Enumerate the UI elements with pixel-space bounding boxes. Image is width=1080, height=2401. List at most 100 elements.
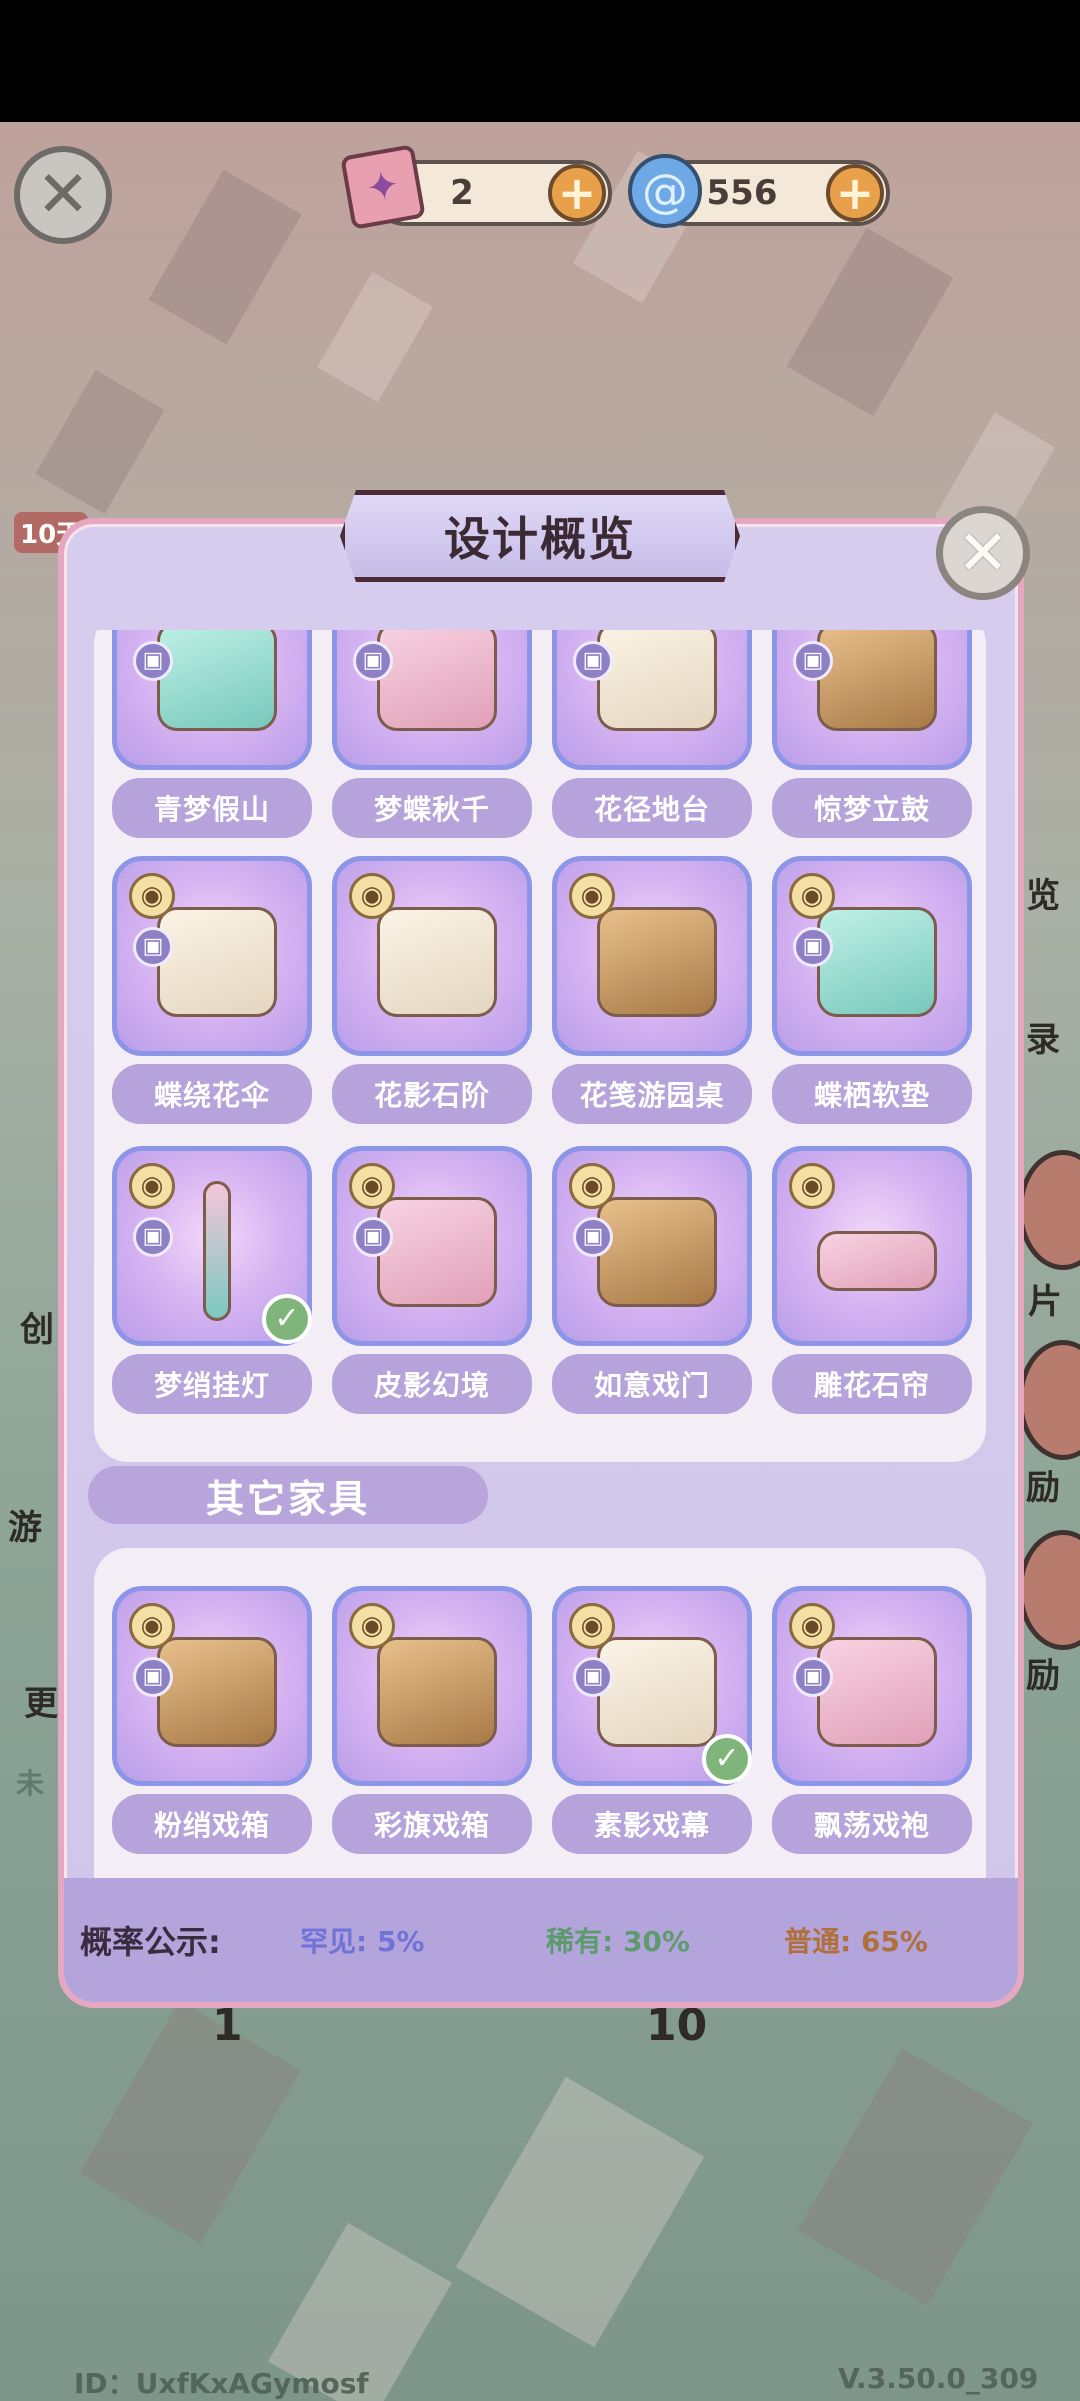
modal-content-scroll[interactable]: ▣ 青梦假山 ▣ 梦蝶秋千 ▣ 花径地台 ▣ 惊梦立鼓 ◉ ▣ 蝶绕花伞 ◉ 花… <box>64 630 1018 1878</box>
owned-check-icon: ✓ <box>702 1734 752 1784</box>
furniture-label: 梦绡挂灯 <box>112 1354 312 1414</box>
furniture-art <box>597 630 717 731</box>
furniture-label: 蝶栖软垫 <box>772 1064 972 1124</box>
close-screen-button[interactable]: ✕ <box>14 146 112 244</box>
cube-icon: ▣ <box>573 1217 613 1257</box>
cube-icon: ▣ <box>133 1217 173 1257</box>
furniture-art <box>377 1197 497 1307</box>
eye-icon[interactable]: ◉ <box>129 873 175 919</box>
eye-icon[interactable]: ◉ <box>349 1603 395 1649</box>
cube-icon: ▣ <box>573 641 613 681</box>
eye-icon[interactable]: ◉ <box>789 1603 835 1649</box>
furniture-art <box>377 1637 497 1747</box>
eye-icon[interactable]: ◉ <box>569 873 615 919</box>
rate-common: 普通: 65% <box>784 1925 928 1958</box>
probability-bar: 概率公示: 罕见: 5% 稀有: 30% 普通: 65% <box>64 1878 1018 2002</box>
modal-title: 设计概览 <box>340 490 740 582</box>
furniture-label: 雕花石帘 <box>772 1354 972 1414</box>
app-version: V.3.50.0_309 <box>838 2362 1039 2395</box>
owned-check-icon: ✓ <box>262 1294 312 1344</box>
furniture-art <box>203 1181 231 1321</box>
eye-icon[interactable]: ◉ <box>129 1163 175 1209</box>
eye-icon[interactable]: ◉ <box>569 1603 615 1649</box>
furniture-card[interactable]: ▣ 花径地台 <box>552 630 752 838</box>
user-id: ID：UxfKxAGymosf <box>74 2367 369 2400</box>
bg-label-record: 录 <box>1026 1020 1060 1060</box>
eye-icon[interactable]: ◉ <box>789 1163 835 1209</box>
cube-icon: ▣ <box>573 1657 613 1697</box>
furniture-label: 如意戏门 <box>552 1354 752 1414</box>
furniture-card[interactable]: ◉ ▣ 皮影幻境 <box>332 1146 532 1414</box>
furniture-thumbnail: ◉ <box>772 1146 972 1346</box>
furniture-label: 花影石阶 <box>332 1064 532 1124</box>
furniture-art <box>817 1637 937 1747</box>
bg-label-reward-2: 励 <box>1026 1656 1060 1696</box>
cube-icon: ▣ <box>353 1217 393 1257</box>
furniture-card[interactable]: ▣ 青梦假山 <box>112 630 312 838</box>
probability-title: 概率公示: <box>80 1923 221 1961</box>
close-icon: ✕ <box>36 158 90 232</box>
furniture-card[interactable]: ◉ 雕花石帘 <box>772 1146 972 1414</box>
eye-icon[interactable]: ◉ <box>789 873 835 919</box>
furniture-label: 花径地台 <box>552 778 752 838</box>
furniture-thumbnail: ◉ ▣ <box>112 1586 312 1786</box>
furniture-card[interactable]: ◉ 花笺游园桌 <box>552 856 752 1124</box>
furniture-card[interactable]: ◉ ▣ ✓ 素影戏幕 <box>552 1586 752 1854</box>
furniture-card[interactable]: ▣ 梦蝶秋千 <box>332 630 532 838</box>
bg-label-overview: 览 <box>1026 876 1060 916</box>
furniture-art <box>157 1637 277 1747</box>
eye-icon[interactable]: ◉ <box>569 1163 615 1209</box>
bg-label-create: 创 <box>20 1310 54 1350</box>
furniture-art <box>597 1637 717 1747</box>
section-header-other-furniture: 其它家具 <box>88 1466 488 1524</box>
eye-icon[interactable]: ◉ <box>129 1603 175 1649</box>
furniture-art <box>597 907 717 1017</box>
eye-icon[interactable]: ◉ <box>349 873 395 919</box>
furniture-card[interactable]: ◉ 花影石阶 <box>332 856 532 1124</box>
furniture-card[interactable]: ◉ ▣ 粉绡戏箱 <box>112 1586 312 1854</box>
furniture-label: 飘荡戏袍 <box>772 1794 972 1854</box>
modal-close-button[interactable]: ✕ <box>936 506 1030 600</box>
add-ticket-button[interactable]: + <box>548 164 606 222</box>
rate-uncommon: 稀有: 30% <box>546 1925 690 1958</box>
bg-label-unset: 未 <box>16 1767 45 1800</box>
bg-label-tour: 游 <box>8 1508 42 1548</box>
furniture-thumbnail: ▣ <box>552 630 752 770</box>
furniture-card[interactable]: ◉ ▣ 蝶栖软垫 <box>772 856 972 1124</box>
bg-label-piece: 片 <box>1028 1282 1062 1322</box>
furniture-label: 花笺游园桌 <box>552 1064 752 1124</box>
eye-icon[interactable]: ◉ <box>349 1163 395 1209</box>
furniture-card[interactable]: ◉ ▣ ✓ 梦绡挂灯 <box>112 1146 312 1414</box>
cube-icon: ▣ <box>133 1657 173 1697</box>
furniture-thumbnail: ◉ ▣ <box>552 1146 752 1346</box>
close-icon: ✕ <box>957 516 1009 589</box>
furniture-thumbnail: ◉ <box>552 856 752 1056</box>
cube-icon: ▣ <box>353 641 393 681</box>
furniture-label: 彩旗戏箱 <box>332 1794 532 1854</box>
ticket-icon: ✦ <box>340 144 426 230</box>
furniture-thumbnail: ◉ ▣ <box>772 1586 972 1786</box>
furniture-thumbnail: ◉ <box>332 1586 532 1786</box>
furniture-art <box>157 907 277 1017</box>
cube-icon: ▣ <box>133 927 173 967</box>
furniture-thumbnail: ◉ ▣ <box>332 1146 532 1346</box>
furniture-art <box>817 907 937 1017</box>
furniture-thumbnail: ▣ <box>112 630 312 770</box>
cube-icon: ▣ <box>793 1657 833 1697</box>
furniture-art <box>157 630 277 731</box>
furniture-thumbnail: ◉ ▣ <box>772 856 972 1056</box>
furniture-art <box>377 630 497 731</box>
furniture-art <box>597 1197 717 1307</box>
furniture-card[interactable]: ◉ ▣ 飘荡戏袍 <box>772 1586 972 1854</box>
furniture-card[interactable]: ▣ 惊梦立鼓 <box>772 630 972 838</box>
add-swirl-button[interactable]: + <box>826 164 884 222</box>
furniture-thumbnail: ▣ <box>772 630 972 770</box>
furniture-card[interactable]: ◉ ▣ 蝶绕花伞 <box>112 856 312 1124</box>
furniture-card[interactable]: ◉ 彩旗戏箱 <box>332 1586 532 1854</box>
furniture-thumbnail: ◉ <box>332 856 532 1056</box>
bg-label-reward: 励 <box>1026 1468 1060 1508</box>
furniture-thumbnail: ▣ <box>332 630 532 770</box>
furniture-label: 粉绡戏箱 <box>112 1794 312 1854</box>
furniture-card[interactable]: ◉ ▣ 如意戏门 <box>552 1146 752 1414</box>
furniture-label: 蝶绕花伞 <box>112 1064 312 1124</box>
